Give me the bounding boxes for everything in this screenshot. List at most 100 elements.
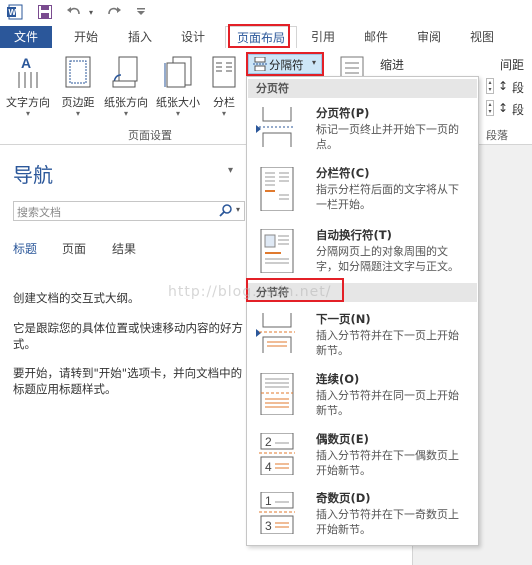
svg-text:4: 4	[265, 460, 272, 474]
spacing-before-spinner[interactable]: ▴ ▾	[486, 78, 494, 94]
tab-insert[interactable]: 插入	[118, 26, 162, 48]
item-desc: 一栏开始。	[316, 198, 371, 211]
item-desc: 插入分节符并在同一页上开始	[316, 389, 459, 402]
text-direction-label: 文字方向	[6, 96, 50, 109]
item-desc: 分隔网页上的对象周围的文	[316, 245, 448, 258]
word-logo-icon: W	[6, 3, 24, 21]
tab-view[interactable]: 视图	[460, 26, 504, 48]
menu-item-column-break[interactable]: 分栏符(C) 指示分栏符后面的文字将从下 一栏开始。	[247, 165, 478, 223]
margins-label: 页边距	[61, 96, 95, 109]
save-icon[interactable]	[36, 3, 54, 21]
quick-access-toolbar: W ▾	[0, 0, 532, 26]
column-break-icon	[259, 166, 295, 212]
breaks-label: 分隔符	[269, 58, 304, 72]
tab-references[interactable]: 引用	[301, 26, 345, 48]
text-direction-button[interactable]: A 文字方向 ▾	[2, 52, 54, 118]
item-title: 下一页(N)	[316, 312, 371, 326]
nav-text-line: 创建文档的交互式大纲。	[13, 291, 140, 305]
nav-search-placeholder: 搜索文档	[17, 206, 61, 219]
svg-text:3: 3	[265, 519, 272, 533]
item-desc: 插入分节符并在下一偶数页上	[316, 449, 459, 462]
even-page-icon: 24	[259, 432, 295, 476]
redo-icon[interactable]	[104, 3, 124, 21]
item-desc: 字，如分隔题注文字与正文。	[316, 260, 459, 273]
section-header-section-breaks: 分节符	[248, 283, 477, 302]
menu-item-even-page[interactable]: 24 偶数页(E) 插入分节符并在下一偶数页上 开始新节。	[247, 431, 478, 489]
item-title: 分栏符(C)	[316, 166, 370, 180]
size-label: 纸张大小	[156, 96, 200, 109]
tab-home[interactable]: 开始	[64, 26, 108, 48]
tab-file[interactable]: 文件	[0, 26, 52, 48]
spacing-after-icon: ↕	[498, 101, 509, 115]
text-wrapping-icon	[259, 228, 295, 274]
item-desc: 开始新节。	[316, 464, 371, 477]
nav-text-line: 要开始，请转到"开始"选项卡，并向文档中的	[13, 366, 243, 380]
orientation-label: 纸张方向	[104, 96, 148, 109]
menu-item-next-page[interactable]: 下一页(N) 插入分节符并在下一页上开始 新节。	[247, 311, 478, 369]
menu-item-text-wrapping[interactable]: 自动换行符(T) 分隔网页上的对象周围的文 字，如分隔题注文字与正文。	[247, 227, 478, 285]
item-desc: 开始新节。	[316, 523, 371, 536]
item-title: 奇数页(D)	[316, 491, 371, 505]
customize-qat-icon[interactable]	[134, 3, 148, 21]
tab-review[interactable]: 审阅	[407, 26, 451, 48]
item-desc: 插入分节符并在下一页上开始	[316, 329, 459, 342]
breaks-dropdown-menu: 分页符 分页符(P) 标记一页终止并开始下一页的 点。 分栏符(C) 指示分栏符…	[246, 76, 479, 546]
spacing-after-spinner[interactable]: ▴ ▾	[486, 100, 494, 116]
nav-text-line: 它是跟踪您的具体位置或快速移动内容的好方	[13, 321, 243, 335]
item-desc: 新节。	[316, 344, 349, 357]
text-direction-icon: A	[2, 52, 54, 92]
item-desc: 插入分节符并在下一奇数页上	[316, 508, 459, 521]
columns-icon	[206, 52, 242, 92]
item-desc: 标记一页终止并开始下一页的	[316, 123, 459, 136]
menu-item-odd-page[interactable]: 13 奇数页(D) 插入分节符并在下一奇数页上 开始新节。	[247, 490, 478, 548]
columns-button[interactable]: 分栏 ▾	[206, 52, 242, 118]
item-desc: 指示分栏符后面的文字将从下	[316, 183, 459, 196]
spacing-before-icon: ↕	[498, 79, 509, 93]
undo-icon[interactable]	[64, 3, 84, 21]
nav-tab-pages[interactable]: 页面	[62, 240, 86, 257]
undo-dropdown-icon[interactable]: ▾	[86, 3, 96, 21]
page-break-icon	[259, 107, 295, 147]
group-label-paragraph: 段落	[486, 129, 508, 142]
item-desc: 新节。	[316, 404, 349, 417]
nav-tab-headings[interactable]: 标题	[13, 240, 37, 257]
indent-label: 缩进	[380, 58, 405, 72]
navigation-pane: 导航 ▾ 搜索文档 ▾ 标题 页面 结果 创建文档的交互式大纲。 它是跟踪您的具…	[0, 145, 246, 565]
tab-page-layout[interactable]: 页面布局	[225, 26, 297, 50]
search-icon[interactable]	[219, 203, 233, 220]
breaks-icon	[253, 56, 267, 74]
breaks-button[interactable]: 分隔符 ▾	[248, 54, 322, 74]
item-title: 连续(O)	[316, 372, 360, 386]
continuous-icon	[259, 372, 295, 416]
ribbon-tabs: 文件 开始 插入 设计 页面布局 引用 邮件 审阅 视图	[0, 26, 532, 50]
next-page-icon	[259, 313, 295, 353]
nav-text-line: 式。	[13, 337, 36, 351]
spacing-after-label: 段	[512, 103, 525, 117]
menu-item-page-break[interactable]: 分页符(P) 标记一页终止并开始下一页的 点。	[247, 105, 478, 163]
item-title: 分页符(P)	[316, 106, 370, 120]
svg-text:W: W	[9, 8, 17, 17]
spacing-label: 间距	[500, 58, 525, 72]
item-title: 自动换行符(T)	[316, 228, 392, 242]
tab-design[interactable]: 设计	[171, 26, 215, 48]
odd-page-icon: 13	[259, 491, 295, 535]
nav-options-icon[interactable]: ▾	[228, 165, 233, 176]
item-desc: 点。	[316, 138, 338, 151]
menu-item-continuous[interactable]: 连续(O) 插入分节符并在同一页上开始 新节。	[247, 371, 478, 429]
margins-icon	[56, 52, 100, 92]
orientation-icon	[100, 52, 152, 92]
tab-mailings[interactable]: 邮件	[354, 26, 398, 48]
svg-text:2: 2	[265, 435, 272, 449]
size-button[interactable]: 纸张大小 ▾	[152, 52, 204, 118]
svg-text:1: 1	[265, 494, 272, 508]
item-title: 偶数页(E)	[316, 432, 369, 446]
orientation-button[interactable]: 纸张方向 ▾	[100, 52, 152, 118]
nav-text-line: 标题应用标题样式。	[13, 382, 117, 396]
search-dropdown-icon[interactable]: ▾	[236, 205, 240, 214]
section-header-page-breaks: 分页符	[248, 79, 477, 98]
nav-tab-results[interactable]: 结果	[112, 240, 136, 257]
spacing-before-label: 段	[512, 81, 525, 95]
nav-search-input[interactable]: 搜索文档 ▾	[13, 201, 245, 221]
margins-button[interactable]: 页边距 ▾	[56, 52, 100, 118]
breaks-dropdown-icon: ▾	[312, 58, 317, 67]
